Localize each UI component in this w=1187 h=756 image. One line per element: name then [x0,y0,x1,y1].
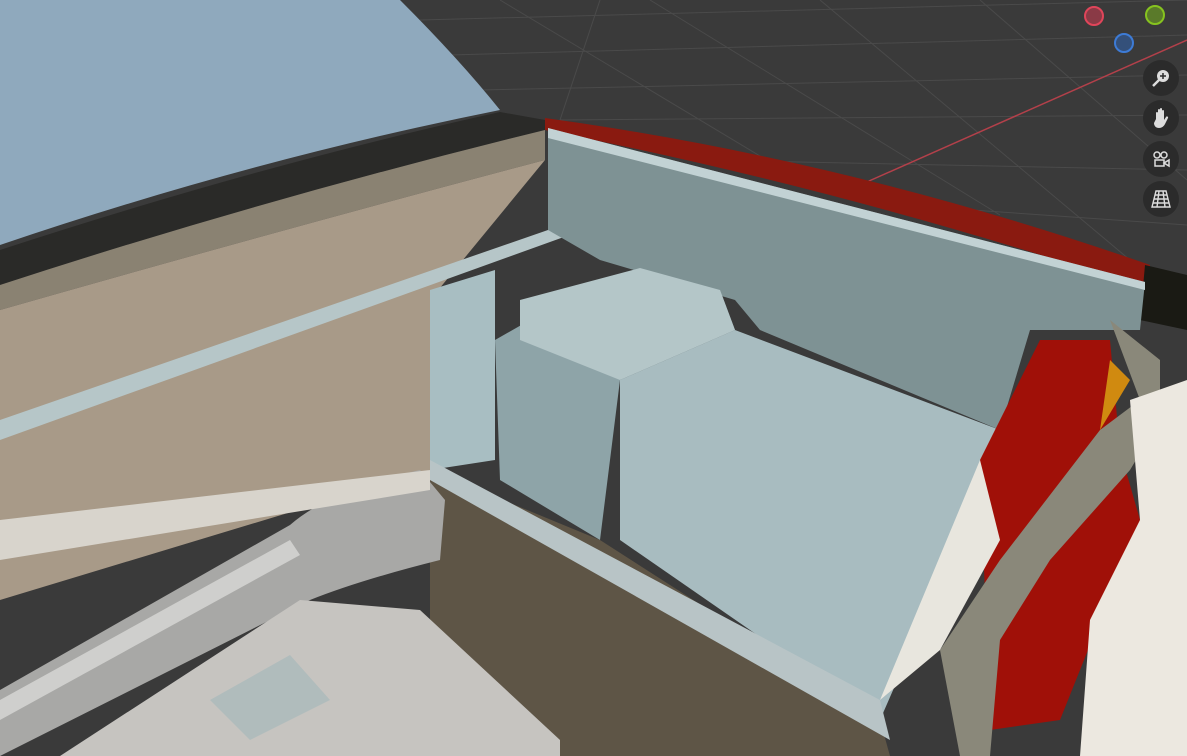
zoom-icon [1152,70,1169,87]
zoom-button[interactable] [1143,60,1179,96]
camera-view-button[interactable] [1143,141,1179,177]
gizmo-y-negative[interactable] [1145,5,1165,25]
pan-button[interactable] [1143,100,1179,136]
black-trim [1140,265,1187,330]
camera-view-icon [1153,151,1170,168]
plenum-side [430,270,495,470]
hand-pan-icon [1154,108,1169,128]
perspective-toggle-button[interactable] [1143,181,1179,217]
3d-viewport[interactable] [0,0,1187,756]
gizmo-z-negative[interactable] [1114,33,1134,53]
gizmo-x-negative[interactable] [1084,6,1104,26]
perspective-grid-icon [1151,190,1171,208]
